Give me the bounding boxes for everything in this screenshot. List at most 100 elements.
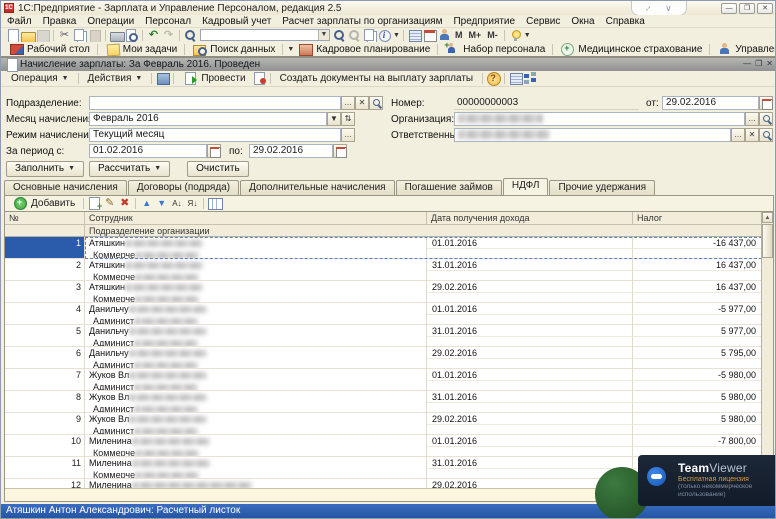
col-subheader-department[interactable]: Подразделение организации [85, 225, 762, 236]
operation-button[interactable]: Операция▼ [5, 71, 75, 86]
tab-2[interactable]: Дополнительные начисления [240, 180, 395, 195]
register-records-icon[interactable] [155, 72, 170, 85]
row-number-cell[interactable]: 4 [5, 303, 85, 325]
employee-cell[interactable]: МиленинаКоммерче [85, 457, 427, 479]
menu-item-6[interactable]: Предприятие [453, 16, 515, 27]
scroll-up-icon[interactable]: ▲ [762, 212, 773, 223]
create-payment-docs-button[interactable]: Создать документы на выплату зарплаты [274, 71, 480, 86]
employee-cell[interactable]: АтяшкинКоммерче [85, 237, 427, 259]
doc-restore-icon[interactable]: ❐ [755, 59, 762, 68]
col-header-employee[interactable]: Сотрудник [85, 212, 427, 224]
col-header-date[interactable]: Дата получения дохода [427, 212, 633, 224]
restore-button[interactable]: ❐ [739, 3, 755, 14]
table-icon[interactable] [407, 29, 422, 42]
mode-choose-button[interactable]: … [341, 128, 355, 142]
table-row[interactable]: 8Жуков ВлАдминист31.01.20165 980,00 [5, 391, 762, 413]
structure-icon[interactable] [523, 72, 538, 85]
search-icon[interactable] [183, 29, 198, 42]
department-input[interactable] [89, 96, 341, 110]
tab-1[interactable]: Договоры (подряда) [128, 180, 239, 195]
row-number-cell[interactable]: 1 [5, 237, 85, 259]
list-setup-icon[interactable] [207, 197, 222, 210]
memory-mplus-button[interactable]: M+ [465, 30, 484, 40]
undo-posting-icon[interactable] [252, 72, 267, 85]
table-row[interactable]: 10МиленинаКоммерче01.01.2016-7 800,00 [5, 435, 762, 457]
teamviewer-license-popup[interactable]: TeamViewer Бесплатная лицензия (только н… [638, 455, 776, 506]
employee-cell[interactable]: ДанильчуАдминист [85, 303, 427, 325]
period-to-calendar-button[interactable] [333, 144, 347, 158]
table-row[interactable]: 9Жуков ВлАдминист29.02.20165 980,00 [5, 413, 762, 435]
memory-m-button[interactable]: M [452, 30, 466, 40]
menu-item-4[interactable]: Кадровый учет [202, 16, 271, 27]
fill-button[interactable]: Заполнить▼ [6, 161, 84, 177]
undo-icon[interactable]: ↶ [146, 29, 161, 42]
mode-input[interactable]: Текущий месяц [89, 128, 341, 142]
move-down-icon[interactable]: ▼ [154, 197, 169, 210]
period-from-calendar-button[interactable] [207, 144, 221, 158]
row-number-cell[interactable]: 6 [5, 347, 85, 369]
period-from-input[interactable]: 01.02.2016 [89, 144, 207, 158]
print-icon[interactable] [109, 29, 124, 42]
table-row[interactable]: 5ДанильчуАдминист31.01.20165 977,00 [5, 325, 762, 347]
org-open-button[interactable] [759, 112, 773, 126]
help-icon[interactable] [486, 72, 501, 85]
employee-cell[interactable]: Жуков ВлАдминист [85, 413, 427, 435]
row-number-cell[interactable]: 9 [5, 413, 85, 435]
add-row-button[interactable]: Добавить [8, 196, 80, 211]
find-previous-icon[interactable] [347, 29, 362, 42]
find-next-icon[interactable] [332, 29, 347, 42]
row-number-cell[interactable]: 5 [5, 325, 85, 347]
doc-date-calendar-button[interactable] [759, 96, 773, 110]
doc-date-input[interactable]: 29.02.2016 [662, 96, 759, 110]
resp-input[interactable] [454, 128, 731, 142]
copy-value-icon[interactable] [362, 29, 377, 42]
table-row[interactable]: 4ДанильчуАдминист01.01.2016-5 977,00 [5, 303, 762, 325]
memory-mminus-button[interactable]: M- [484, 30, 501, 40]
sort-desc-icon[interactable]: Я↓ [185, 199, 201, 208]
recruitment-button[interactable]: Набор персонала [441, 42, 549, 57]
move-up-icon[interactable]: ▲ [139, 197, 154, 210]
copy-icon[interactable] [72, 29, 87, 42]
save-icon[interactable] [35, 29, 50, 42]
tip-of-day-icon[interactable] [508, 29, 523, 42]
row-number-cell[interactable]: 10 [5, 435, 85, 457]
row-number-cell[interactable]: 3 [5, 281, 85, 303]
menu-item-3[interactable]: Персонал [145, 16, 191, 27]
doc-minimize-icon[interactable]: — [743, 59, 751, 68]
search-data-button[interactable]: Поиск данных [188, 42, 279, 57]
copy-row-icon[interactable] [87, 197, 102, 210]
month-spinner[interactable]: ⇅ [341, 112, 355, 126]
minimize-button[interactable]: — [721, 3, 737, 14]
month-dropdown-button[interactable]: ▼ [327, 112, 341, 126]
menu-item-5[interactable]: Расчет зарплаты по организациям [282, 16, 442, 27]
resp-open-button[interactable] [759, 128, 773, 142]
my-tasks-button[interactable]: Мои задачи [101, 42, 182, 57]
table-row[interactable]: 3АтяшкинКоммерче29.02.201616 437,00 [5, 281, 762, 303]
cut-icon[interactable]: ✂ [57, 29, 72, 42]
scroll-thumb[interactable] [762, 224, 773, 258]
resp-clear-button[interactable]: ✕ [745, 128, 759, 142]
teamviewer-panel-tab[interactable]: ↕ ∨ [631, 1, 687, 16]
calculate-button[interactable]: Рассчитать▼ [89, 161, 170, 177]
clear-button[interactable]: Очистить [187, 161, 249, 177]
month-input[interactable]: Февраль 2016 [89, 112, 327, 126]
employee-cell[interactable]: АтяшкинКоммерче [85, 281, 427, 303]
edit-row-icon[interactable]: ✎ [102, 197, 117, 210]
menu-item-2[interactable]: Операции [87, 16, 134, 27]
expand-icon[interactable]: ↕ [644, 3, 654, 13]
employee-cell[interactable]: ДанильчуАдминист [85, 325, 427, 347]
department-choose-button[interactable]: … [341, 96, 355, 110]
search-dropdown-icon[interactable]: ▼ [318, 30, 329, 40]
paste-icon[interactable] [87, 29, 102, 42]
resp-choose-button[interactable]: … [731, 128, 745, 142]
employee-cell[interactable]: Жуков ВлАдминист [85, 391, 427, 413]
medical-insurance-button[interactable]: Медицинское страхование [556, 42, 706, 57]
row-number-cell[interactable]: 11 [5, 457, 85, 479]
employee-cell[interactable]: АтяшкинКоммерче [85, 259, 427, 281]
tab-4[interactable]: НДФЛ [503, 178, 549, 195]
desktop-button[interactable]: Рабочий стол [5, 42, 94, 57]
period-to-input[interactable]: 29.02.2016 [249, 144, 333, 158]
tab-5[interactable]: Прочие удержания [549, 180, 655, 195]
employee-cell[interactable]: МиленинаКоммерче [85, 435, 427, 457]
chevron-down-icon[interactable]: ∨ [665, 4, 672, 13]
